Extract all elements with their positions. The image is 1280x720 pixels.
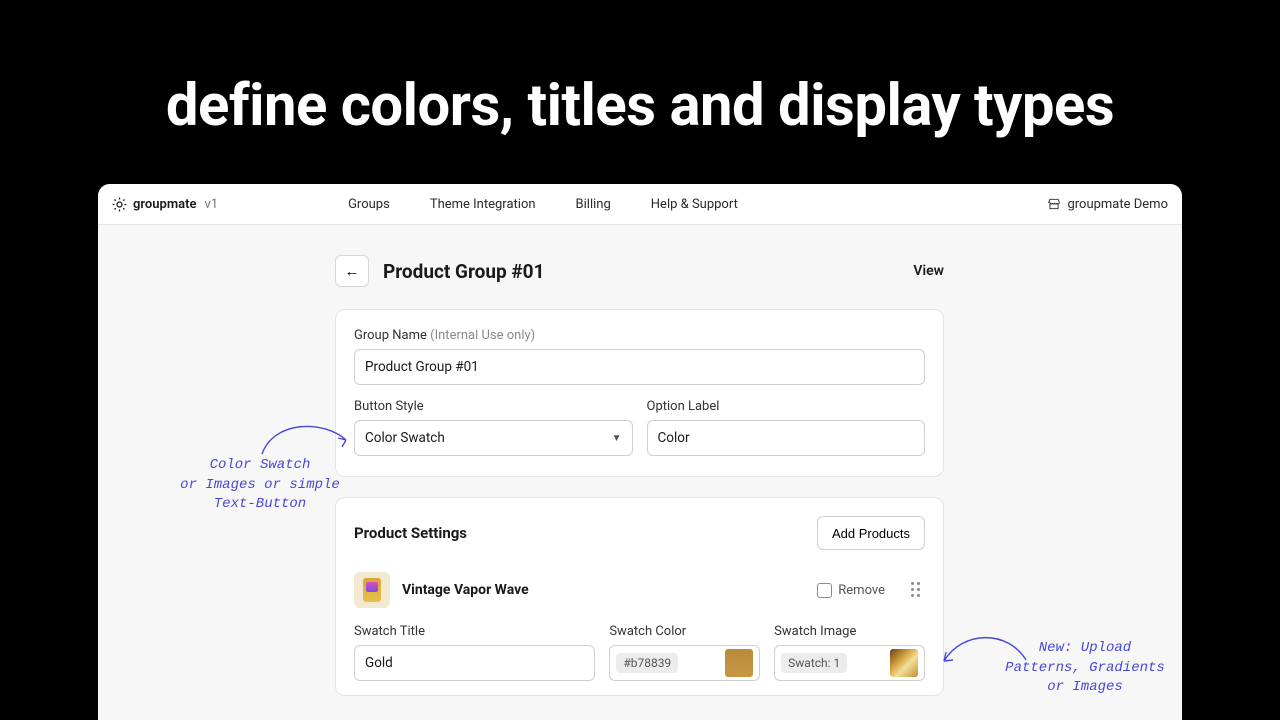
brand-icon (112, 197, 127, 212)
product-settings-title: Product Settings (354, 524, 467, 542)
brand-name: groupmate (133, 197, 196, 212)
swatch-image-preview (890, 649, 918, 677)
store-icon (1047, 197, 1061, 211)
button-style-label: Button Style (354, 399, 633, 414)
nav-billing[interactable]: Billing (576, 197, 611, 212)
view-link[interactable]: View (913, 263, 944, 279)
group-name-input[interactable]: Product Group #01 (354, 349, 925, 385)
add-products-button[interactable]: Add Products (817, 516, 925, 550)
swatch-title-input[interactable]: Gold (354, 645, 595, 681)
back-button[interactable]: ← (335, 255, 369, 287)
topbar: groupmate v1 Groups Theme Integration Bi… (98, 184, 1182, 225)
shop-name: groupmate Demo (1067, 197, 1168, 212)
swatch-color-chip: #b78839 (616, 653, 678, 673)
page-title: Product Group #01 (383, 260, 544, 283)
product-thumbnail (354, 572, 390, 608)
shop-selector[interactable]: groupmate Demo (1047, 197, 1168, 212)
remove-toggle[interactable]: Remove (817, 583, 885, 598)
button-style-value: Color Swatch (365, 430, 445, 446)
option-label-label: Option Label (647, 399, 926, 414)
annotation-left: Color Swatchor Images or simpleText-Butt… (165, 456, 355, 515)
brand: groupmate v1 (112, 197, 218, 212)
swatch-color-preview (725, 649, 753, 677)
swatch-image-input[interactable]: Swatch: 1 (774, 645, 925, 681)
nav-help-support[interactable]: Help & Support (651, 197, 738, 212)
product-settings-card: Product Settings Add Products Vintage Va… (335, 497, 944, 696)
remove-label: Remove (838, 583, 885, 598)
nav-theme-integration[interactable]: Theme Integration (430, 197, 536, 212)
group-card: Group Name (Internal Use only) Product G… (335, 309, 944, 477)
group-name-label: Group Name (Internal Use only) (354, 328, 925, 343)
hero-heading: define colors, titles and display types (0, 0, 1280, 178)
page-header: ← Product Group #01 View (335, 255, 944, 287)
swatch-image-chip: Swatch: 1 (781, 653, 847, 673)
chevron-down-icon: ▼ (612, 433, 622, 444)
option-label-input[interactable]: Color (647, 420, 926, 456)
nav-groups[interactable]: Groups (348, 197, 390, 212)
product-name: Vintage Vapor Wave (402, 582, 529, 598)
button-style-select[interactable]: Color Swatch ▼ (354, 420, 633, 456)
watch-icon (363, 578, 381, 602)
swatch-color-input[interactable]: #b78839 (609, 645, 760, 681)
checkbox-icon (817, 583, 832, 598)
swatch-image-label: Swatch Image (774, 624, 925, 639)
swatch-title-label: Swatch Title (354, 624, 595, 639)
drag-handle[interactable] (911, 582, 925, 598)
product-row: Vintage Vapor Wave Remove (354, 572, 925, 608)
brand-version: v1 (204, 197, 218, 212)
arrow-left-icon: ← (345, 262, 360, 280)
swatch-color-label: Swatch Color (609, 624, 760, 639)
nav: Groups Theme Integration Billing Help & … (348, 197, 738, 212)
annotation-right: New: UploadPatterns, Gradientsor Images (1000, 639, 1170, 698)
